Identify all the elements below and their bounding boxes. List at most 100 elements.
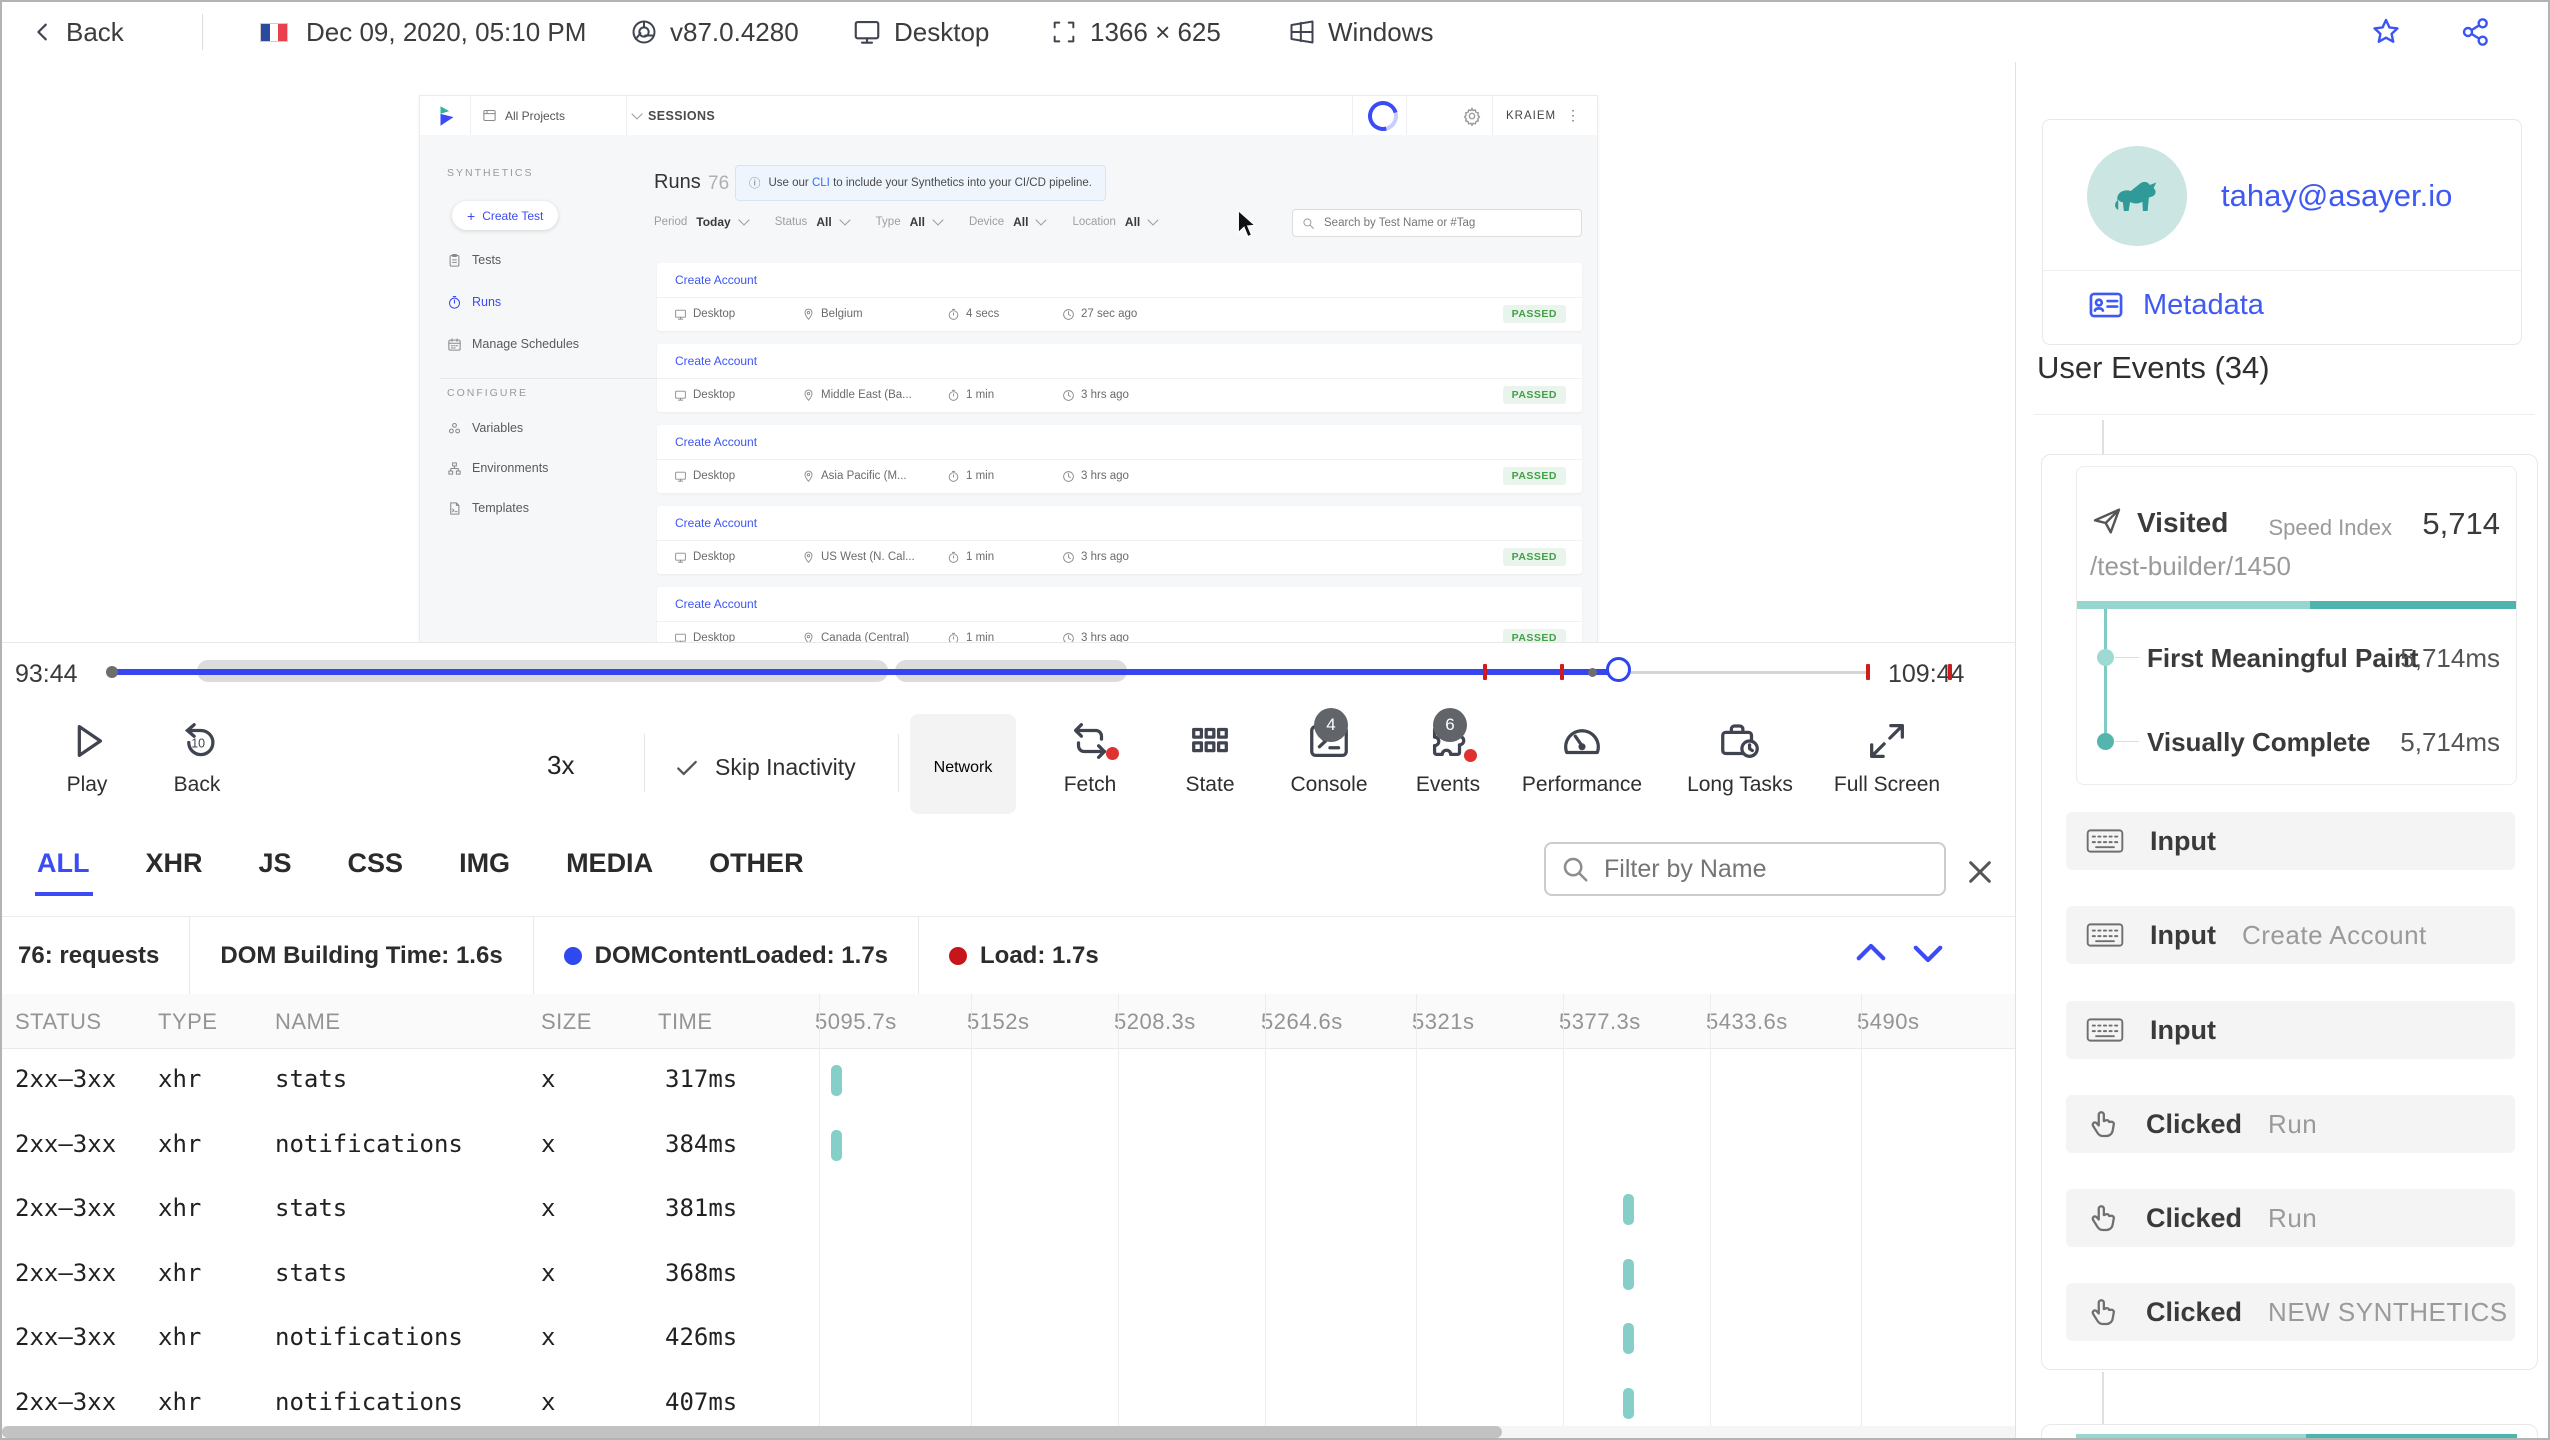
jump-previous-button[interactable] [1850, 932, 1892, 974]
tab-other[interactable]: OTHER [709, 848, 804, 879]
tab-img[interactable]: IMG [459, 848, 510, 879]
request-row[interactable]: 2xx–3xx xhr stats x 317ms [2, 1048, 2015, 1113]
play-button[interactable]: Play [42, 718, 132, 797]
request-row[interactable]: 2xx–3xx xhr stats x 381ms [2, 1177, 2015, 1242]
tab-media[interactable]: MEDIA [566, 848, 653, 879]
back-button[interactable]: Back [32, 2, 124, 62]
hand-pointer-icon [2086, 1201, 2120, 1235]
filter-period[interactable]: Period Today [654, 214, 750, 229]
run-row[interactable]: Create Account Desktop Canada (Central) … [657, 587, 1582, 642]
user-email-link[interactable]: tahay@asayer.io [2221, 178, 2452, 214]
event-row-input[interactable]: Input [2066, 1001, 2515, 1059]
run-test-name[interactable]: Create Account [675, 273, 757, 287]
request-row[interactable]: 2xx–3xx xhr notifications x 384ms [2, 1113, 2015, 1178]
sidebar-item-variables[interactable]: Variables [447, 413, 523, 443]
long-tasks-panel-button[interactable]: Long Tasks [1680, 718, 1800, 797]
tab-xhr[interactable]: XHR [145, 848, 202, 879]
close-panel-button[interactable] [1964, 856, 1996, 888]
run-test-name[interactable]: Create Account [675, 516, 757, 530]
error-marker[interactable] [1560, 664, 1564, 680]
visually-complete-label: Visually Complete [2147, 727, 2371, 757]
console-panel-button[interactable]: 4 Console [1278, 708, 1380, 797]
settings-button[interactable] [1462, 96, 1482, 135]
filter-type[interactable]: Type All [876, 214, 944, 229]
run-test-name[interactable]: Create Account [675, 354, 757, 368]
user-menu[interactable]: KRAIEM [1506, 96, 1556, 135]
playhead[interactable] [1606, 657, 1631, 682]
playback-timeline[interactable]: 93:44 109:44 [2, 642, 2015, 703]
scrollbar-thumb[interactable] [2, 1426, 1502, 1438]
skip-inactivity-toggle[interactable]: Skip Inactivity [674, 754, 856, 781]
run-test-name[interactable]: Create Account [675, 435, 757, 449]
col-size: SIZE [541, 1009, 592, 1034]
network-panel-button[interactable]: Network [910, 714, 1016, 814]
tab-all[interactable]: ALL [34, 848, 95, 896]
name-filter-input[interactable] [1602, 853, 1930, 885]
sidebar-item-tests[interactable]: Tests [447, 245, 501, 275]
visited-event-card[interactable]: Visited Speed Index 5,714 /test-builder/… [2076, 466, 2517, 785]
event-row-clicked[interactable]: Clicked NEW SYNTHETICS [2066, 1283, 2515, 1341]
run-row[interactable]: Create Account Desktop Middle East (Ba..… [657, 344, 1582, 412]
error-marker[interactable] [1483, 664, 1487, 680]
share-button[interactable] [2460, 2, 2492, 62]
chevron-down-icon [1147, 214, 1159, 226]
request-row[interactable]: 2xx–3xx xhr notifications x 426ms [2, 1306, 2015, 1371]
tab-sessions[interactable]: SESSIONS [648, 96, 1597, 135]
player-controls: Play 10 Back 3x Skip Inactivity Network [2, 702, 2015, 825]
sidebar-item-templates[interactable]: Templates [447, 493, 529, 523]
tab-js[interactable]: JS [259, 848, 292, 879]
filter-status[interactable]: Status All [775, 214, 851, 229]
sidebar-item-manage-schedules[interactable]: Manage Schedules [447, 329, 579, 359]
events-panel-button[interactable]: 6 Events [1400, 708, 1496, 797]
run-row[interactable]: Create Account Desktop Belgium 4 secs 27… [657, 263, 1582, 331]
tab-css[interactable]: CSS [348, 848, 404, 879]
next-event-card-partial[interactable] [2041, 1424, 2538, 1438]
more-menu[interactable]: ⋮ [1566, 96, 1580, 135]
event-marker[interactable] [1588, 668, 1597, 677]
event-row-clicked[interactable]: Clicked Run [2066, 1095, 2515, 1153]
speed-bar-segment [2306, 1434, 2517, 1438]
col-t0: 5095.7s [815, 1009, 897, 1034]
back-10s-button[interactable]: 10 Back [152, 718, 242, 797]
cli-link[interactable]: CLI [812, 177, 830, 189]
speed-button[interactable]: 3x [547, 750, 574, 781]
name-filter-box[interactable] [1544, 842, 1946, 896]
run-row[interactable]: Create Account Desktop US West (N. Cal..… [657, 506, 1582, 574]
metadata-button[interactable]: Metadata [2087, 286, 2264, 324]
fetch-panel-button[interactable]: Fetch [1042, 718, 1138, 797]
timeline-progress[interactable] [112, 669, 1621, 675]
col-time: TIME [658, 1009, 713, 1034]
filter-device[interactable]: Device All [969, 214, 1048, 229]
event-row-clicked[interactable]: Clicked Run [2066, 1189, 2515, 1247]
horizontal-scrollbar[interactable] [2, 1426, 2015, 1438]
full-screen-button[interactable]: Full Screen [1822, 718, 1952, 797]
event-row-input[interactable]: Input Create Account [2066, 906, 2515, 964]
events-icon: 6 [1425, 708, 1477, 764]
timeline-remaining[interactable] [1621, 671, 1868, 674]
performance-panel-button[interactable]: Performance [1512, 718, 1652, 797]
request-row[interactable]: 2xx–3xx xhr notifications x 407ms [2, 1371, 2015, 1427]
sidebar-item-environments[interactable]: Environments [447, 453, 548, 483]
sidebar-item-runs[interactable]: Runs [447, 287, 501, 317]
test-search-box[interactable] [1292, 209, 1582, 237]
event-row-input[interactable]: Input [2066, 812, 2515, 870]
error-marker[interactable] [1948, 664, 1952, 680]
fmp-value: 5,714ms [2400, 643, 2500, 673]
create-test-button[interactable]: + Create Test [452, 201, 559, 230]
project-selector[interactable]: All Projects [482, 96, 643, 135]
run-row[interactable]: Create Account Desktop Asia Pacific (M..… [657, 425, 1582, 493]
run-test-name[interactable]: Create Account [675, 597, 757, 611]
speed-bar-segment [2077, 601, 2310, 609]
speed-index-value: 5,714 [2422, 506, 2500, 541]
test-search-input[interactable] [1322, 216, 1572, 230]
timeline-start-dot [106, 666, 118, 678]
top-bar: Back Dec 09, 2020, 05:10 PM v87.0.4280 D… [2, 2, 2548, 63]
cli-banner: ⓘ Use our CLI to include your Synthetics… [735, 165, 1106, 201]
request-row[interactable]: 2xx–3xx xhr stats x 368ms [2, 1242, 2015, 1307]
favorite-button[interactable] [2370, 2, 2402, 62]
filter-location[interactable]: Location All [1072, 214, 1159, 229]
jump-next-button[interactable] [1907, 932, 1949, 974]
error-marker[interactable] [1866, 664, 1870, 680]
col-name: NAME [275, 1009, 341, 1034]
state-panel-button[interactable]: State [1162, 718, 1258, 797]
